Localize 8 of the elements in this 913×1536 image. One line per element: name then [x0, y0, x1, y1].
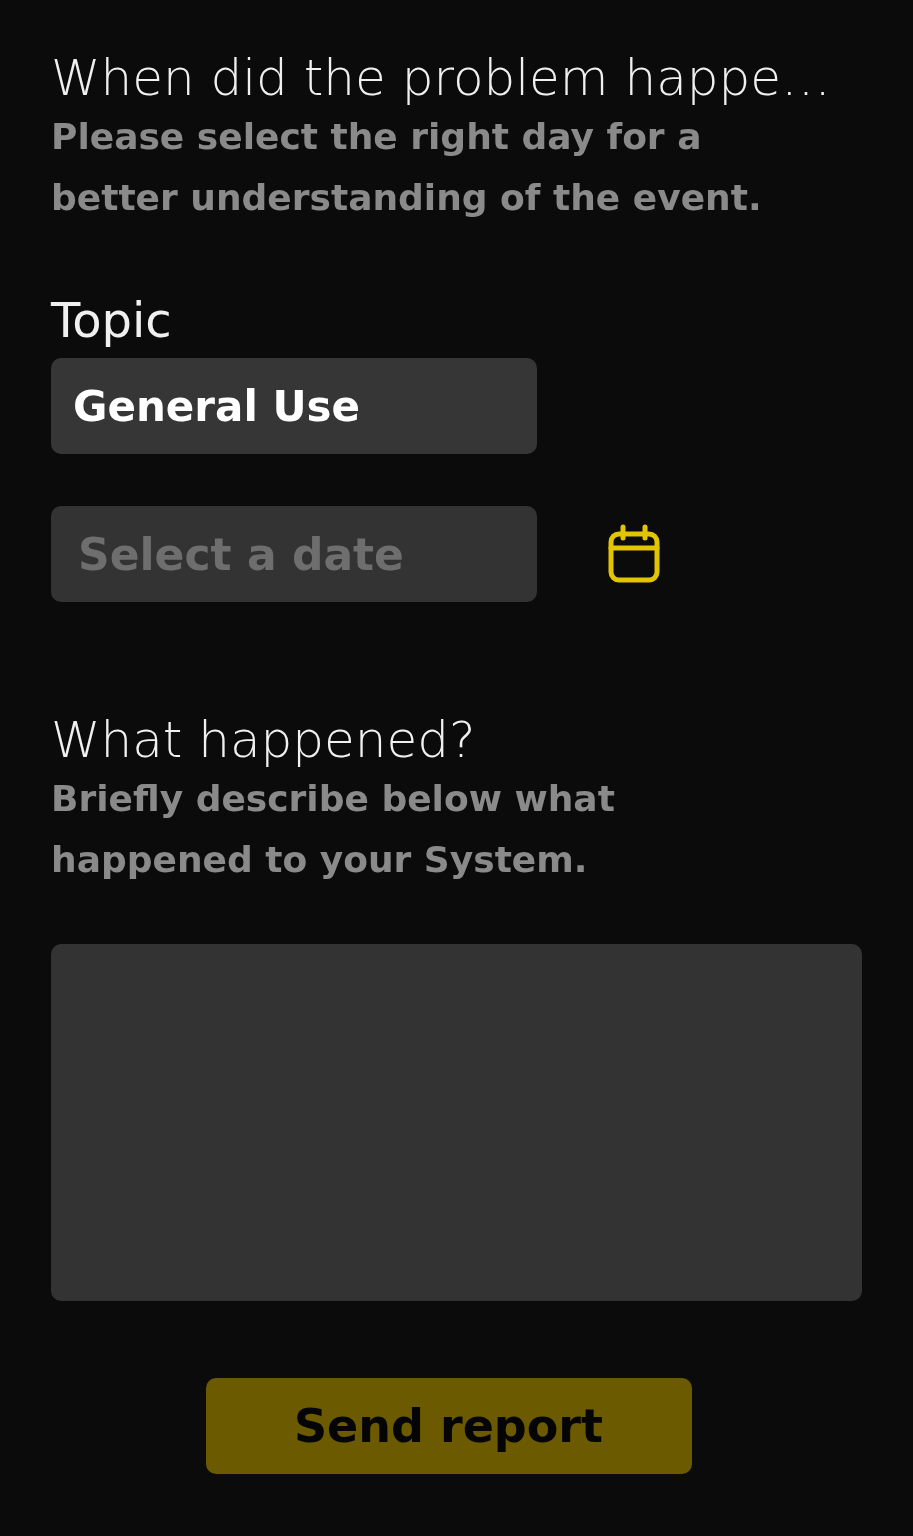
section-description: Please select the right day for a better understanding of the event. — [51, 115, 763, 220]
field-label: Topic — [51, 291, 173, 350]
section-description: Briefly describe below what happened to your System. — [51, 777, 616, 882]
calendar-icon[interactable] — [608, 524, 660, 584]
date-field[interactable]: Select a date — [51, 506, 537, 602]
topic-select[interactable]: General Use — [51, 358, 537, 454]
section-title: What happened? — [51, 710, 477, 771]
section-title: When did the problem happe… — [51, 48, 833, 109]
